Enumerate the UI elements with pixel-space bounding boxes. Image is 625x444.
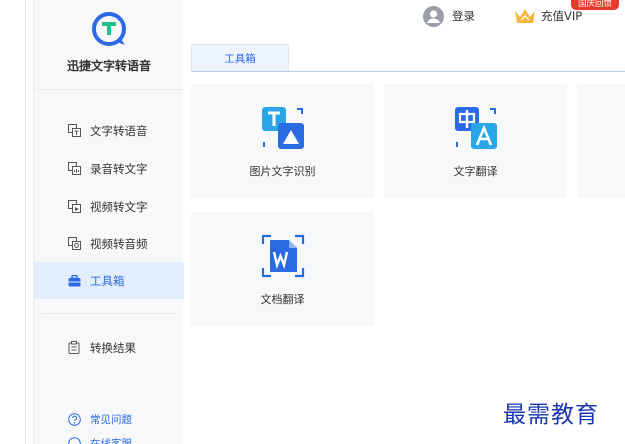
video-to-audio-icon — [67, 237, 81, 251]
window-left-edge — [0, 0, 26, 444]
toolbox-icon — [67, 274, 81, 288]
tool-label: 图片文字识别 — [249, 165, 316, 178]
tool-card-document-translate[interactable]: 文档翻译 — [191, 212, 374, 326]
chat-icon — [67, 436, 81, 444]
document-translate-icon — [261, 234, 305, 278]
video-to-text-icon — [67, 200, 81, 214]
divider — [42, 313, 176, 314]
app-logo-icon — [92, 12, 126, 46]
sidebar-item-label: 工具箱 — [90, 273, 125, 288]
tool-label: 文档翻译 — [260, 293, 305, 306]
tool-label: 文字翻译 — [453, 165, 498, 178]
faq-link[interactable]: 常见问题 — [34, 408, 184, 430]
sidebar-item-text-to-speech[interactable]: 文字转语音 — [34, 112, 184, 149]
sidebar-item-video-to-audio[interactable]: 视频转音频 — [34, 225, 184, 262]
sidebar-item-results[interactable]: 转换结果 — [34, 329, 184, 366]
crown-icon — [515, 9, 535, 23]
faq-link-label: 常见问题 — [90, 413, 132, 426]
text-to-speech-icon — [67, 124, 81, 138]
tab-toolbox[interactable]: 工具箱 — [191, 44, 289, 72]
sidebar-item-toolbox[interactable]: 工具箱 — [34, 262, 184, 299]
tab-underline — [191, 71, 625, 72]
login-label: 登录 — [452, 9, 475, 23]
customer-service-link-label: 在线客服 — [90, 437, 132, 444]
tool-card-partial[interactable] — [577, 84, 625, 198]
text-translate-icon — [455, 107, 497, 149]
sidebar: 迅捷文字转语音 文字转语音 录音转文字 视频转文字 视频转音频 工具箱 转换结果… — [33, 0, 184, 444]
image-text-recognition-icon — [262, 107, 304, 149]
app-name: 迅捷文字转语音 — [66, 59, 151, 73]
sidebar-item-label: 转换结果 — [90, 340, 136, 355]
sidebar-item-label: 视频转文字 — [90, 199, 148, 214]
customer-service-link[interactable]: 在线客服 — [34, 432, 184, 444]
clipboard-icon — [67, 341, 81, 355]
login-button[interactable]: 登录 — [423, 5, 475, 27]
sidebar-item-label: 文字转语音 — [90, 123, 148, 138]
sidebar-item-audio-to-text[interactable]: 录音转文字 — [34, 150, 184, 187]
watermark: 最需教育 — [503, 402, 599, 428]
vip-label: 充值VIP — [541, 9, 583, 23]
audio-to-text-icon — [67, 162, 81, 176]
promo-badge: 国庆回馈 — [571, 0, 619, 10]
user-avatar-icon — [423, 5, 444, 27]
tool-card-text-translate[interactable]: 文字翻译 — [384, 84, 567, 198]
sidebar-item-label: 视频转音频 — [90, 236, 148, 251]
sidebar-item-label: 录音转文字 — [90, 161, 148, 176]
divider — [34, 89, 184, 90]
sidebar-item-video-to-text[interactable]: 视频转文字 — [34, 188, 184, 225]
question-circle-icon — [67, 412, 81, 426]
tool-card-image-text-recognition[interactable]: 图片文字识别 — [191, 84, 374, 198]
